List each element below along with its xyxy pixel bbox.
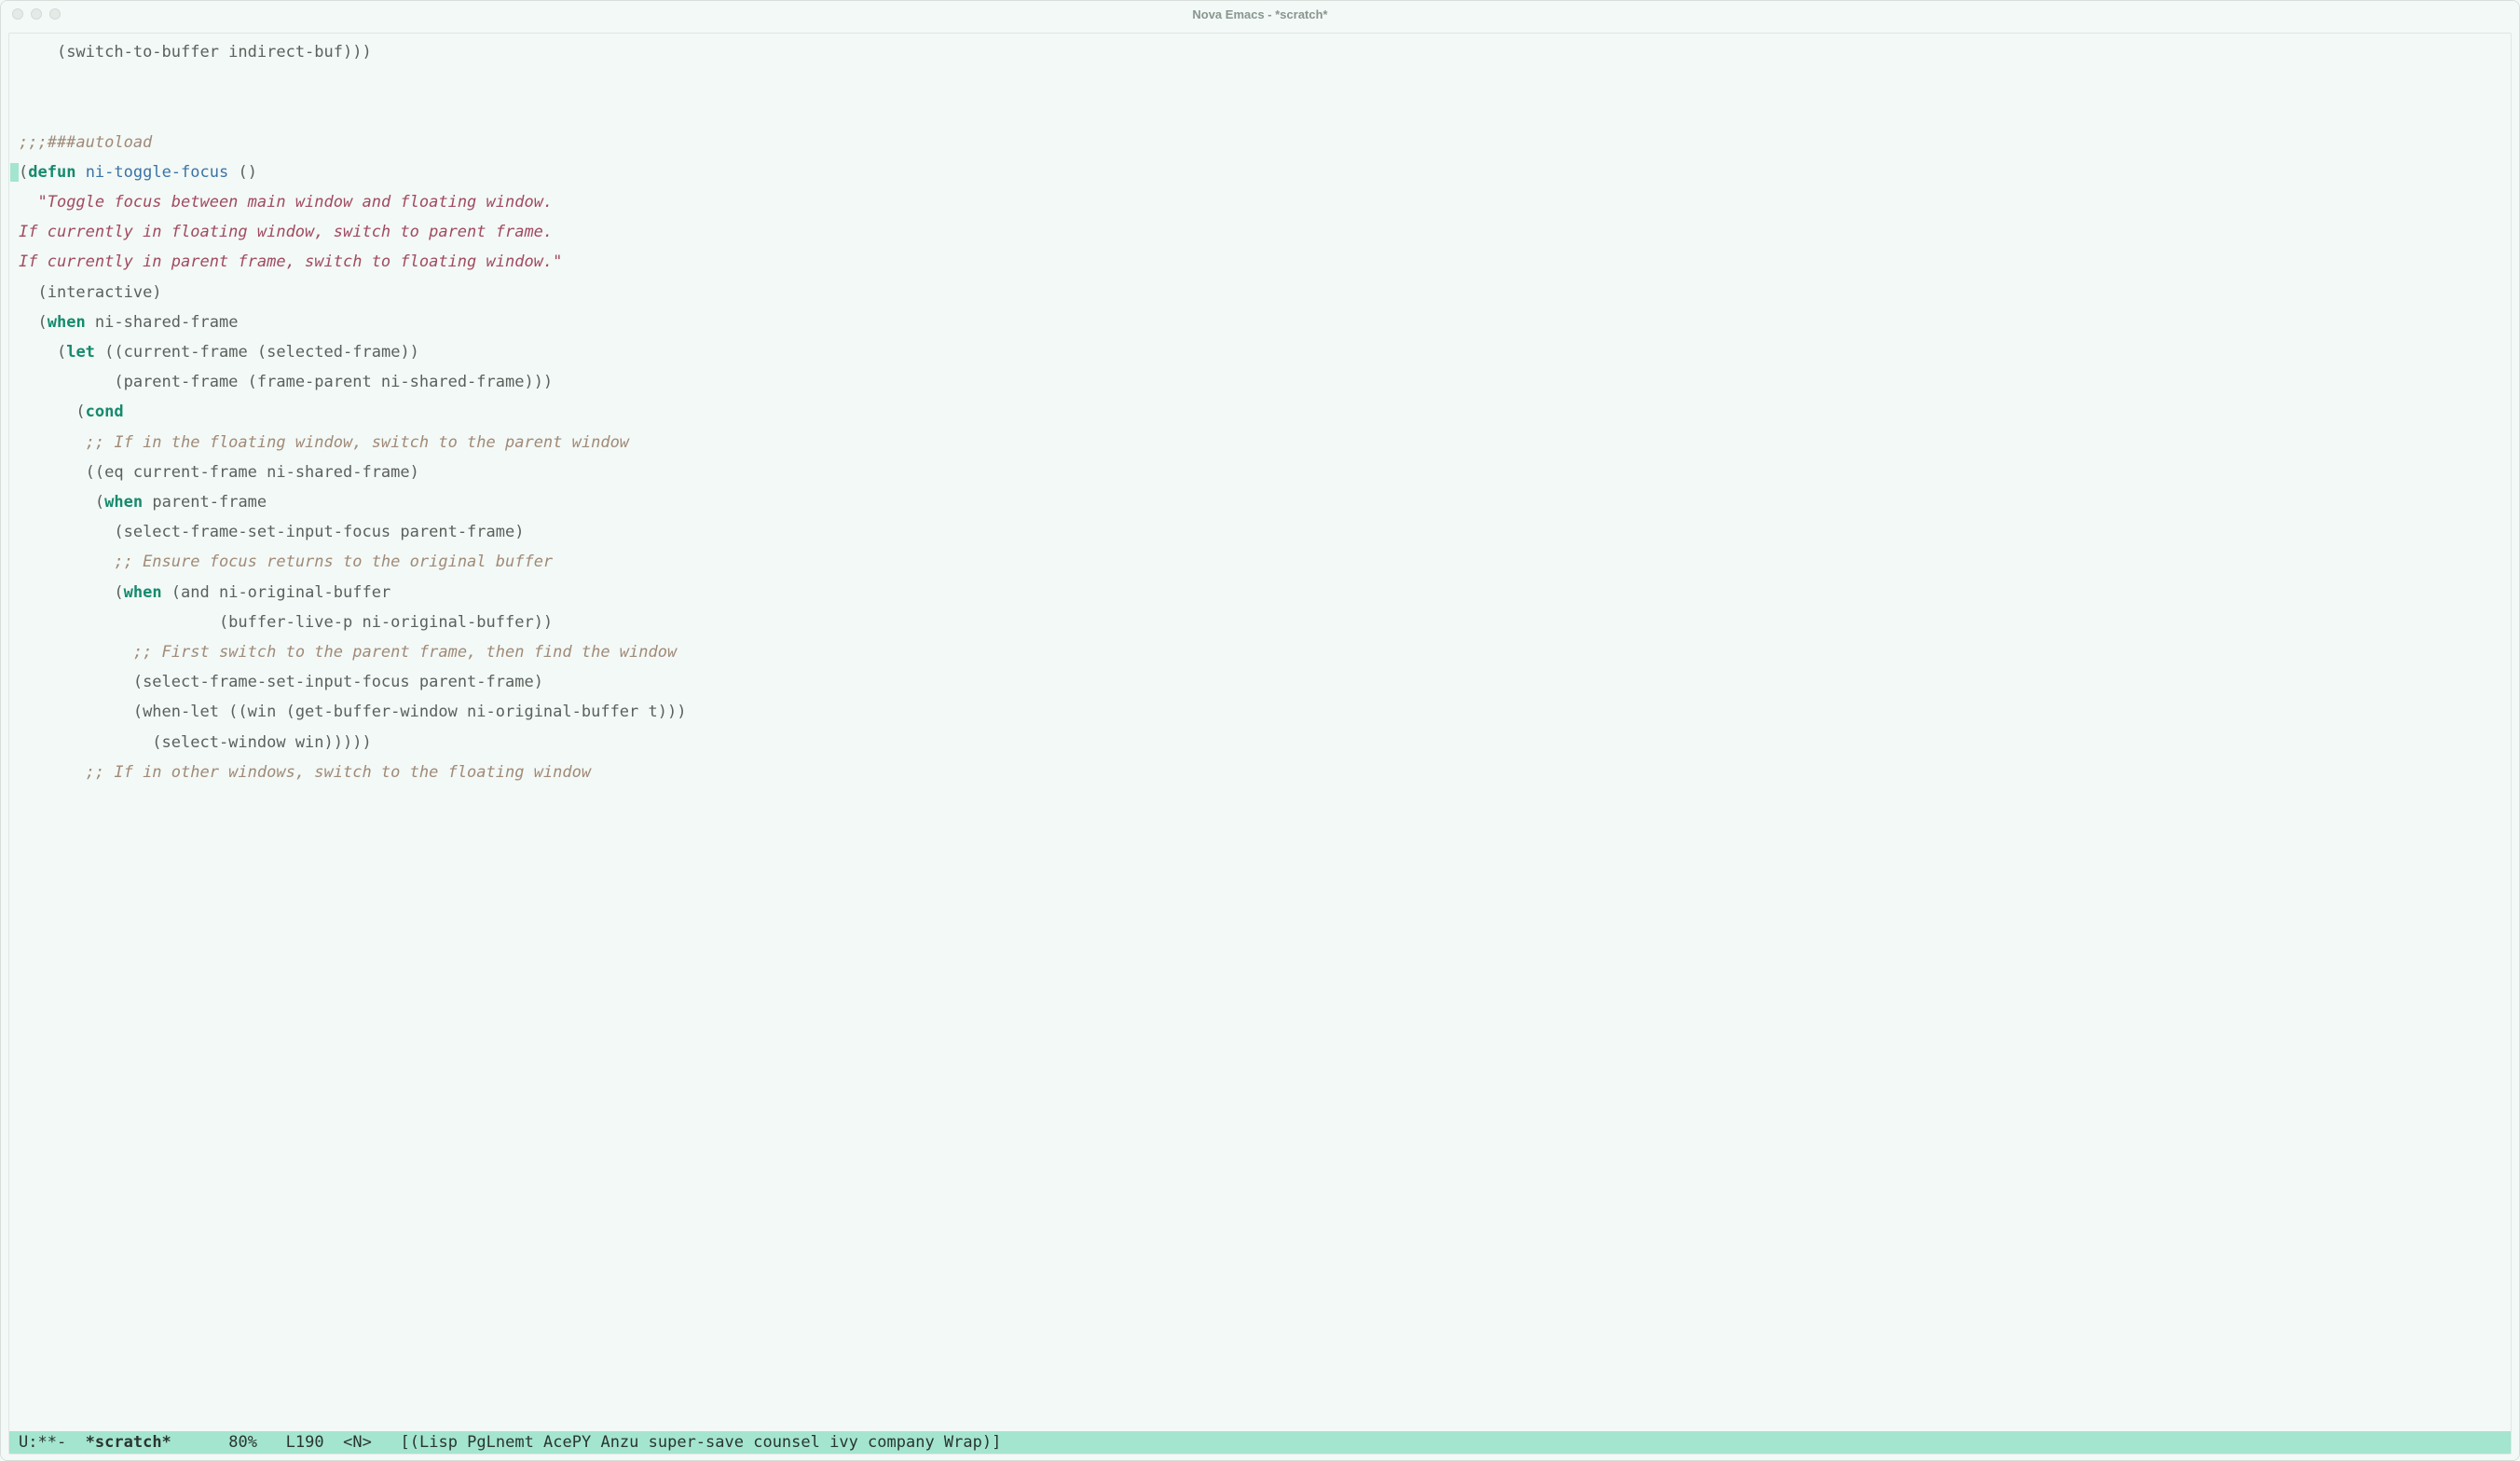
code-line: ;; First switch to the parent frame, the… (19, 643, 677, 662)
code-line: (defun ni-toggle-focus () (19, 163, 257, 182)
code-line: (interactive) (19, 283, 162, 302)
token-com: ;; Ensure focus returns to the original … (114, 553, 553, 571)
editor-buffer[interactable]: (switch-to-buffer indirect-buf))) ;;;###… (8, 33, 2512, 1454)
code-line: ;; If in other windows, switch to the fl… (19, 763, 591, 782)
token-com: ;; If in the floating window, switch to … (86, 433, 629, 452)
code-content[interactable]: (switch-to-buffer indirect-buf))) ;;;###… (9, 37, 2511, 787)
close-icon[interactable] (12, 8, 23, 20)
modeline-status: U:**- (19, 1433, 66, 1452)
code-line: If currently in parent frame, switch to … (19, 253, 562, 271)
modeline-mode-indicator: <N> (343, 1433, 372, 1452)
minibuffer[interactable] (1, 1454, 2519, 1460)
code-line: (when (and ni-original-buffer (19, 583, 390, 602)
token-kw: defun (28, 163, 75, 182)
code-line: "Toggle focus between main window and fl… (19, 193, 553, 212)
token-kw: let (66, 343, 95, 362)
code-line: (select-window win))))) (19, 733, 372, 752)
code-line: (when-let ((win (get-buffer-window ni-or… (19, 703, 686, 721)
code-line: ;; Ensure focus returns to the original … (19, 553, 553, 571)
traffic-lights (1, 8, 61, 20)
modeline-percent: 80% (228, 1433, 257, 1452)
code-line: (switch-to-buffer indirect-buf))) (19, 43, 372, 61)
code-line: ((eq current-frame ni-shared-frame) (19, 463, 419, 482)
code-line: (select-frame-set-input-focus parent-fra… (19, 523, 524, 541)
editor-area: (switch-to-buffer indirect-buf))) ;;;###… (1, 27, 2519, 1454)
zoom-icon[interactable] (49, 8, 61, 20)
token-com: ;; First switch to the parent frame, the… (133, 643, 677, 662)
code-line: ;;;###autoload (19, 133, 152, 152)
code-line: ;; If in the floating window, switch to … (19, 433, 629, 452)
code-line: (select-frame-set-input-focus parent-fra… (19, 673, 543, 691)
token-kw: when (104, 493, 143, 512)
modeline-modes: [(Lisp PgLnemt AcePY Anzu super-save cou… (401, 1433, 1002, 1452)
window-title: Nova Emacs - *scratch* (1, 7, 2519, 21)
token-fn: ni-toggle-focus (86, 163, 229, 182)
code-line: (when parent-frame (19, 493, 267, 512)
mode-line[interactable]: U:**- *scratch* 80% L190 <N> [(Lisp PgLn… (9, 1431, 2511, 1454)
code-line: (buffer-live-p ni-original-buffer)) (19, 613, 553, 632)
titlebar[interactable]: Nova Emacs - *scratch* (1, 1, 2519, 27)
token-doc: If currently in parent frame, switch to … (19, 253, 562, 271)
token-kw: cond (86, 403, 124, 421)
cursor (10, 163, 19, 182)
code-line: (when ni-shared-frame (19, 313, 238, 332)
code-line: If currently in floating window, switch … (19, 223, 553, 241)
token-kw: when (48, 313, 86, 332)
token-kw: when (124, 583, 162, 602)
token-com: ;;;###autoload (19, 133, 152, 152)
minimize-icon[interactable] (31, 8, 42, 20)
emacs-window: Nova Emacs - *scratch* (switch-to-buffer… (0, 0, 2520, 1461)
token-doc: "Toggle focus between main window and fl… (37, 193, 553, 212)
modeline-buffer: *scratch* (86, 1433, 171, 1452)
code-line: (cond (19, 403, 124, 421)
code-line: (parent-frame (frame-parent ni-shared-fr… (19, 373, 553, 391)
code-line: (let ((current-frame (selected-frame)) (19, 343, 419, 362)
modeline-line: L190 (286, 1433, 324, 1452)
token-com: ;; If in other windows, switch to the fl… (86, 763, 591, 782)
token-doc: If currently in floating window, switch … (19, 223, 553, 241)
